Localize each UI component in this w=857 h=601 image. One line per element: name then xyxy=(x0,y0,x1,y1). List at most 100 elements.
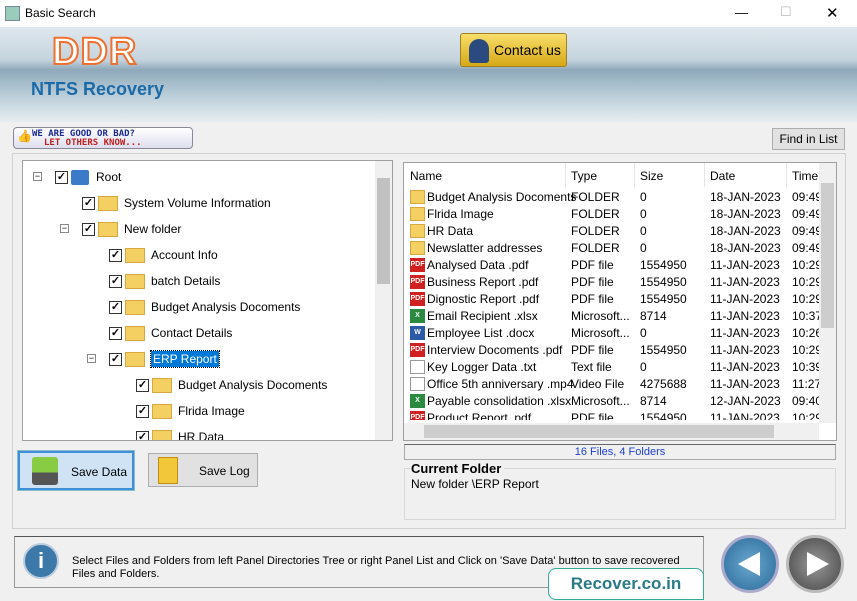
table-row[interactable]: Office 5th anniversary .mp4 Video File 427… xyxy=(404,375,824,392)
folder-icon xyxy=(152,429,172,440)
save-data-button[interactable]: Save Data xyxy=(18,451,134,490)
tree-checkbox[interactable]: ✓ xyxy=(82,196,95,210)
table-row[interactable]: Flrida Image FOLDER 0 18-JAN-2023 09:49 xyxy=(404,205,824,222)
cell-name: Analysed Data .pdf xyxy=(427,258,529,272)
table-row[interactable]: PDF Product Report .pdf PDF file 1554950 11-… xyxy=(404,409,824,420)
table-row[interactable]: Newslatter addresses FOLDER 0 18-JAN-2023 09… xyxy=(404,239,824,256)
tree-checkbox[interactable]: ✓ xyxy=(136,378,149,392)
column-header[interactable]: Time xyxy=(792,169,818,183)
cell-name: Payable consolidation .xlsx xyxy=(427,394,572,408)
cell-time: 09:49 xyxy=(792,207,823,221)
cell-type: Microsoft... xyxy=(571,326,630,340)
tree-node[interactable]: ✓ Root xyxy=(55,167,121,187)
tree-node[interactable]: ✓ ERP Report xyxy=(109,349,220,369)
window-title: Basic Search xyxy=(25,6,96,20)
tree-checkbox[interactable]: ✓ xyxy=(109,300,122,314)
contact-us-button[interactable]: Contact us xyxy=(460,33,567,67)
tree-checkbox[interactable]: ✓ xyxy=(109,274,122,288)
cell-type: FOLDER xyxy=(571,241,620,255)
cell-name: Employee List .docx xyxy=(427,326,535,340)
tree-node[interactable]: ✓ Flrida Image xyxy=(136,401,245,421)
cell-size: 1554950 xyxy=(640,343,687,357)
tree-checkbox[interactable]: ✓ xyxy=(82,222,95,236)
cell-date: 18-JAN-2023 xyxy=(710,207,781,221)
cell-type: Video File xyxy=(571,377,625,391)
tree-checkbox[interactable]: ✓ xyxy=(109,248,122,262)
tree-checkbox[interactable]: ✓ xyxy=(109,352,122,366)
tree-label: Contact Details xyxy=(151,326,233,340)
tree-scrollbar[interactable] xyxy=(375,161,392,440)
cell-name: Office 5th anniversary .mp4 xyxy=(427,377,574,391)
back-button[interactable] xyxy=(721,535,779,593)
column-header[interactable]: Name xyxy=(410,169,442,183)
cell-date: 18-JAN-2023 xyxy=(710,224,781,238)
next-button[interactable] xyxy=(786,535,844,593)
tree-expander[interactable]: − xyxy=(60,224,69,233)
table-row[interactable]: X Email Recipient .xlsx Microsoft... 8714 11… xyxy=(404,307,824,324)
pdf-icon: PDF xyxy=(410,343,425,357)
cell-name: Business Report .pdf xyxy=(427,275,539,289)
cell-date: 11-JAN-2023 xyxy=(710,343,780,357)
arrow-left-icon xyxy=(738,552,760,576)
column-header[interactable]: Date xyxy=(710,169,735,183)
table-row[interactable]: HR Data FOLDER 0 18-JAN-2023 09:49 xyxy=(404,222,824,239)
tree-checkbox[interactable]: ✓ xyxy=(136,430,149,440)
tree-label: Flrida Image xyxy=(178,404,245,418)
tree-expander[interactable]: − xyxy=(33,172,42,181)
tree-expander[interactable]: − xyxy=(87,354,96,363)
list-vertical-scrollbar[interactable] xyxy=(819,163,836,423)
current-folder-path: New folder \ERP Report xyxy=(411,477,539,491)
tree-node[interactable]: ✓ HR Data xyxy=(136,427,224,440)
tree-node[interactable]: ✓ batch Details xyxy=(109,271,220,291)
cell-size: 0 xyxy=(640,360,647,374)
tree-node[interactable]: ✓ Budget Analysis Docoments xyxy=(136,375,327,395)
table-row[interactable]: PDF Dignostic Report .pdf PDF file 1554950 1… xyxy=(404,290,824,307)
tree-node[interactable]: ✓ Budget Analysis Docoments xyxy=(109,297,300,317)
tree-checkbox[interactable]: ✓ xyxy=(55,170,68,184)
save-log-button[interactable]: Save Log xyxy=(148,453,258,487)
tree-checkbox[interactable]: ✓ xyxy=(136,404,149,418)
directory-tree: − ✓ Root ✓ System Volume Information − ✓ New fo… xyxy=(22,160,393,441)
arrow-right-icon xyxy=(807,552,829,576)
table-row[interactable]: PDF Business Report .pdf PDF file 1554950 11… xyxy=(404,273,824,290)
table-row[interactable]: PDF Analysed Data .pdf PDF file 1554950 11-J… xyxy=(404,256,824,273)
brand-badge: Recover.co.in xyxy=(548,568,704,600)
cell-time: 09:49 xyxy=(792,224,823,238)
tree-checkbox[interactable]: ✓ xyxy=(109,326,122,340)
folder-icon xyxy=(125,351,145,367)
tree-label: System Volume Information xyxy=(124,196,271,210)
cell-date: 11-JAN-2023 xyxy=(710,411,780,420)
table-row[interactable]: Key Logger Data .txt Text file 0 11-JAN-202… xyxy=(404,358,824,375)
minimize-button[interactable]: — xyxy=(735,5,748,20)
find-in-list-button[interactable]: Find in List xyxy=(772,128,845,150)
table-row[interactable]: X Payable consolidation .xlsx Microsoft...… xyxy=(404,392,824,409)
maximize-button[interactable]: ☐ xyxy=(780,4,792,20)
save-log-label: Save Log xyxy=(199,464,250,478)
cell-type: FOLDER xyxy=(571,224,620,238)
folder-icon xyxy=(410,241,425,255)
feedback-button[interactable]: 👍 WE ARE GOOD OR BAD? LET OTHERS KNOW... xyxy=(13,127,193,149)
file-icon xyxy=(410,377,425,391)
folder-icon xyxy=(410,207,425,221)
column-header[interactable]: Type xyxy=(571,169,597,183)
tree-node[interactable]: ✓ New folder xyxy=(82,219,181,239)
tree-label: New folder xyxy=(124,222,182,236)
save-data-label: Save Data xyxy=(71,465,128,479)
table-row[interactable]: W Employee List .docx Microsoft... 0 11-JAN-… xyxy=(404,324,824,341)
pdf-icon: PDF xyxy=(410,258,425,272)
list-horizontal-scrollbar[interactable] xyxy=(404,423,819,440)
computer-icon xyxy=(71,169,89,185)
cell-name: Email Recipient .xlsx xyxy=(427,309,538,323)
tree-node[interactable]: ✓ Account Info xyxy=(109,245,218,265)
cell-name: Newslatter addresses xyxy=(427,241,543,255)
column-header[interactable]: Size xyxy=(640,169,663,183)
tree-node[interactable]: ✓ Contact Details xyxy=(109,323,232,343)
banner: DDR NTFS Recovery Contact us xyxy=(0,27,857,122)
pdf-icon: PDF xyxy=(410,292,425,306)
close-button[interactable]: ✕ xyxy=(826,4,839,22)
tree-node[interactable]: ✓ System Volume Information xyxy=(82,193,271,213)
folder-icon xyxy=(410,190,425,204)
table-row[interactable]: PDF Interview Docoments .pdf PDF file 15549… xyxy=(404,341,824,358)
cell-time: 10:37 xyxy=(792,309,823,323)
table-row[interactable]: Budget Analysis Docoments FOLDER 0 18-JAN-2… xyxy=(404,188,824,205)
